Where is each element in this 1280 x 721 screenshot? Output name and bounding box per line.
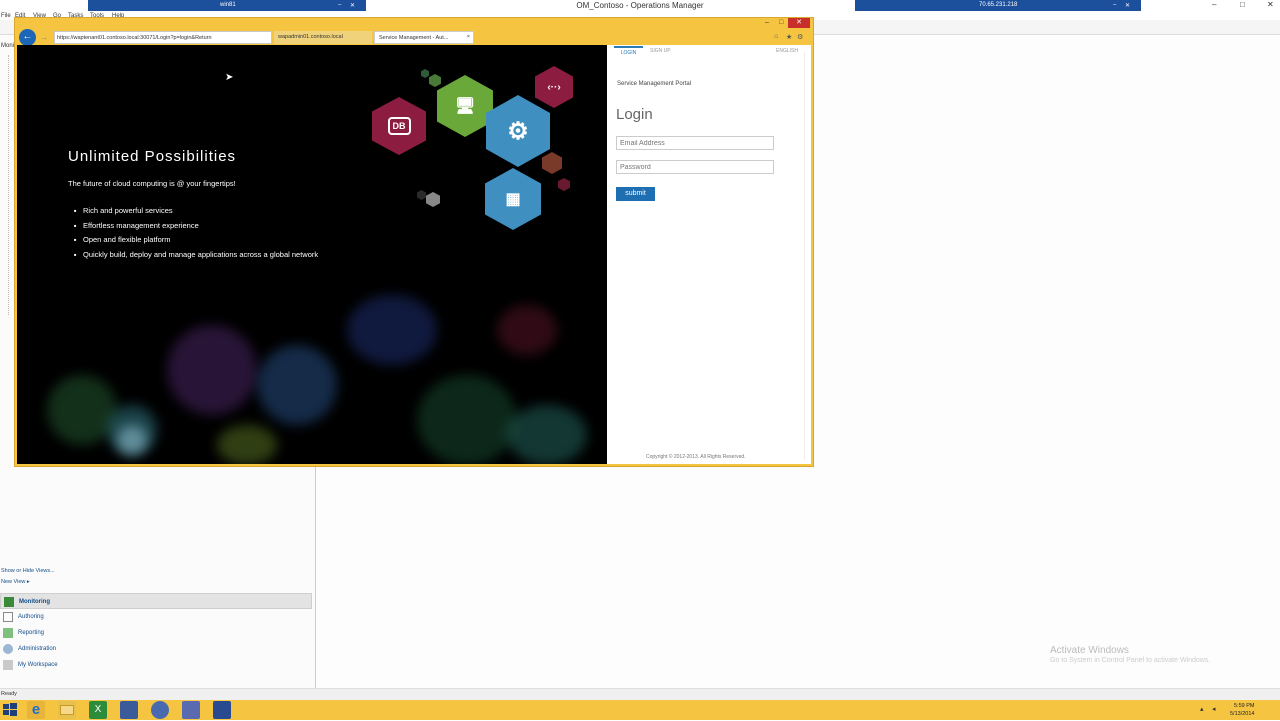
close-button[interactable]: ✕ [788, 18, 810, 28]
activation-watermark-title: Activate Windows [1050, 645, 1129, 656]
nav-my-workspace[interactable]: My Workspace [0, 657, 312, 673]
monitoring-icon [4, 597, 14, 607]
browser-tab[interactable]: wapadmin01.contoso.local [274, 31, 372, 44]
tab-signup[interactable]: SIGN UP [650, 48, 671, 54]
browser-tab-active[interactable]: Service Management - Aut... × [374, 31, 474, 44]
bokeh-light [497, 305, 557, 355]
close-icon[interactable]: ✕ [1125, 2, 1130, 9]
volume-icon[interactable]: ◂ [1212, 705, 1216, 713]
nav-label: Administration [18, 646, 57, 652]
minimize-icon[interactable]: – [1212, 0, 1216, 9]
hero-subtitle: The future of cloud computing is @ your … [68, 179, 236, 188]
feature-item: Quickly build, deploy and manage applica… [74, 250, 318, 259]
nav-label: Reporting [18, 630, 45, 636]
mouse-cursor: ➤ [225, 72, 234, 83]
menu-file[interactable]: File [1, 13, 11, 19]
rdp-host-label-2: 70.65.231.218 [979, 2, 1018, 8]
copyright-text: Copyright © 2012-2013. All Rights Reserv… [646, 454, 746, 460]
gear-icon [3, 644, 13, 654]
network-icon[interactable]: ▴ [1200, 705, 1204, 713]
settings-icon[interactable] [151, 701, 169, 719]
address-bar[interactable]: https://waptenant01.contoso.local:30071/… [54, 31, 272, 44]
close-icon[interactable]: ✕ [350, 2, 355, 9]
password-field[interactable] [616, 160, 774, 174]
activation-watermark-text: Go to System in Control Panel to activat… [1050, 657, 1211, 664]
forward-button[interactable]: → [40, 33, 50, 43]
feature-item: Open and flexible platform [74, 235, 171, 244]
nav-reporting[interactable]: Reporting [0, 625, 312, 641]
email-field[interactable] [616, 136, 774, 150]
tab-login[interactable]: LOGIN [614, 46, 643, 56]
hero-title: Unlimited Possibilities [68, 148, 237, 165]
bokeh-light [167, 325, 257, 415]
favorites-icon[interactable]: ★ [786, 33, 792, 41]
maximize-icon[interactable]: □ [779, 19, 783, 26]
nav-monitoring[interactable]: Monitoring [0, 593, 312, 609]
minimize-icon[interactable]: – [1113, 2, 1116, 8]
clock-date: 5/13/2014 [1230, 711, 1255, 717]
server-manager-icon[interactable] [182, 701, 200, 719]
nav-administration[interactable]: Administration [0, 641, 312, 657]
performance-monitor-icon[interactable] [120, 701, 138, 719]
nav-authoring[interactable]: Authoring [0, 609, 312, 625]
rdp-connection-bar-2[interactable]: 70.65.231.218 – ✕ [855, 0, 1141, 11]
window-title: OM_Contoso - Operations Manager [576, 1, 704, 10]
workspace-icon [3, 660, 13, 670]
nav-label: Monitoring [19, 599, 50, 605]
clock-time: 5:59 PM [1233, 703, 1255, 709]
authoring-icon [3, 612, 13, 622]
bokeh-light [257, 345, 337, 425]
system-clock[interactable]: 5:59 PM 5/13/2014 [1230, 702, 1254, 718]
back-button[interactable]: ← [19, 29, 36, 46]
new-view-link[interactable]: New View ▸ [1, 579, 30, 585]
feature-item: Rich and powerful services [74, 206, 173, 215]
settings-gear-icon[interactable]: ⚙ [797, 33, 803, 41]
home-icon[interactable]: ⌂ [774, 33, 778, 40]
rdp-host-label: win81 [220, 2, 236, 8]
bokeh-light [217, 425, 277, 464]
portal-label: Service Management Portal [617, 81, 692, 87]
bokeh-light [417, 375, 517, 464]
tab-label: Service Management - Aut... [379, 35, 449, 41]
login-heading: Login [616, 106, 653, 123]
bokeh-light [507, 405, 587, 464]
start-button[interactable] [1, 701, 19, 719]
excel-icon[interactable]: X [89, 701, 107, 719]
nav-label: My Workspace [18, 662, 58, 668]
tree-guide [8, 55, 9, 315]
nav-label: Authoring [18, 614, 44, 620]
rdp-connection-bar[interactable]: win81 – ✕ [88, 0, 366, 11]
submit-button[interactable]: submit [616, 187, 655, 201]
show-hide-views-link[interactable]: Show or Hide Views... [1, 568, 55, 574]
status-text: Ready [1, 691, 17, 697]
minimize-icon[interactable]: – [765, 19, 769, 26]
bokeh-light [117, 425, 147, 455]
close-tab-icon[interactable]: × [467, 34, 470, 40]
file-explorer-icon[interactable] [58, 701, 76, 719]
feature-item: Effortless management experience [74, 221, 199, 230]
tab-label: wapadmin01.contoso.local [278, 34, 343, 40]
reporting-icon [3, 628, 13, 638]
status-bar: Ready [0, 688, 1280, 700]
scrollbar[interactable] [804, 52, 810, 460]
language-selector[interactable]: ENGLISH [776, 48, 798, 54]
remote-desktop-icon[interactable] [213, 701, 231, 719]
maximize-icon[interactable]: □ [1240, 0, 1245, 9]
minimize-icon[interactable]: – [338, 2, 341, 8]
bokeh-light [347, 295, 437, 365]
close-icon[interactable]: ✕ [1267, 0, 1274, 9]
internet-explorer-icon[interactable]: e [27, 701, 45, 719]
